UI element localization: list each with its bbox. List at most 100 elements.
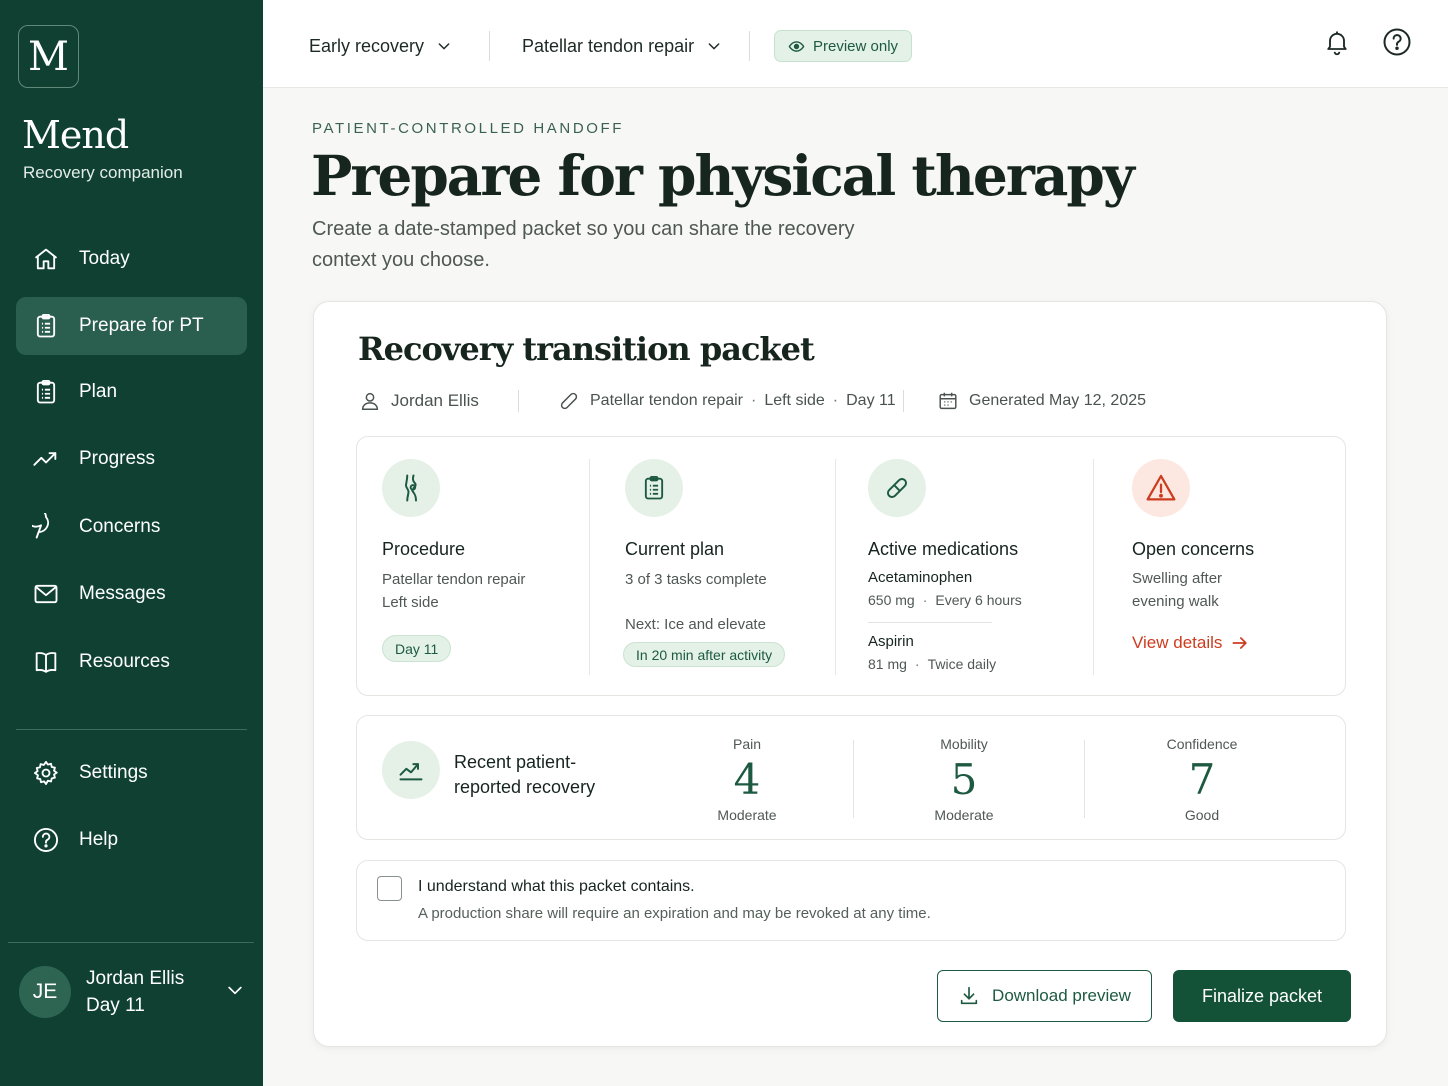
trend-icon xyxy=(32,445,60,473)
score-label: Mobility xyxy=(940,736,988,752)
concern-line: evening walk xyxy=(1132,593,1219,610)
packet-day: Day 11 xyxy=(846,392,896,409)
medications-title: Active medications xyxy=(868,539,1019,559)
preview-only-badge: Preview only xyxy=(774,30,913,62)
pill-icon xyxy=(868,459,926,517)
sidebar-item-label: Prepare for PT xyxy=(79,315,204,336)
user-menu[interactable]: JE Jordan Ellis Day 11 xyxy=(19,963,249,1021)
plan-progress: 3 of 3 tasks complete xyxy=(625,571,767,588)
sidebar-item-help[interactable]: Help xyxy=(16,811,247,869)
packet-patient: Jordan Ellis xyxy=(359,388,479,414)
sidebar-item-prepare-for-pt[interactable]: Prepare for PT xyxy=(16,297,247,355)
acknowledge-title: I understand what this packet contains. xyxy=(418,878,695,895)
sidebar-item-concerns[interactable]: Concerns xyxy=(16,498,247,556)
page-description: Create a date-stamped packet so you can … xyxy=(312,218,855,271)
sidebar-item-label: Plan xyxy=(79,381,118,402)
score-divider xyxy=(1084,740,1085,818)
packet-side: Left side xyxy=(764,392,825,409)
concerns-title: Open concerns xyxy=(1132,539,1255,559)
packet-procedure: Patellar tendon repair xyxy=(590,392,743,409)
summary-divider xyxy=(835,459,836,675)
sidebar-item-plan[interactable]: Plan xyxy=(16,363,247,421)
user-icon xyxy=(359,390,381,412)
plan-title: Current plan xyxy=(625,539,725,559)
plan-timing-badge: In 20 min after activity xyxy=(623,642,786,667)
score-description: Moderate xyxy=(717,807,777,823)
avatar: JE xyxy=(19,966,71,1018)
score-label: Pain xyxy=(732,736,762,752)
bandage-icon xyxy=(558,390,580,412)
finalize-packet-label: Finalize packet xyxy=(1201,985,1323,1006)
score-label: Confidence xyxy=(1166,736,1238,752)
acknowledge-checkbox[interactable] xyxy=(377,876,402,901)
checklist-icon xyxy=(32,378,60,406)
download-preview-label: Download preview xyxy=(992,986,1131,1005)
phase-dropdown[interactable]: Early recovery xyxy=(309,30,452,62)
packet-summary: Procedure Patellar tendon repair Left si… xyxy=(356,436,1346,696)
topbar-divider xyxy=(749,31,750,61)
score-mobility: Mobility 5 Moderate xyxy=(889,736,1039,823)
brand-name: Mend xyxy=(22,113,129,157)
user-name: Jordan Ellis xyxy=(86,967,185,989)
score-confidence: Confidence 7 Good xyxy=(1127,736,1277,823)
calendar-icon xyxy=(937,390,959,412)
chevron-down-icon xyxy=(225,980,245,1005)
finalize-packet-button[interactable]: Finalize packet xyxy=(1173,970,1351,1022)
bell-icon xyxy=(1323,28,1351,61)
procedure-dropdown[interactable]: Patellar tendon repair xyxy=(522,30,722,62)
procedure-dropdown-value: Patellar tendon repair xyxy=(522,35,695,56)
score-divider xyxy=(853,740,854,818)
packet-title: Recovery transition packet xyxy=(358,330,815,368)
clipboard-icon xyxy=(625,459,683,517)
sidebar-item-progress[interactable]: Progress xyxy=(16,430,247,488)
chevron-down-icon xyxy=(706,38,722,54)
sidebar-item-label: Help xyxy=(79,829,119,850)
sidebar-footer-divider xyxy=(8,942,254,943)
preview-only-label: Preview only xyxy=(813,37,899,55)
score-value: 7 xyxy=(1188,755,1216,804)
packet-patient-name: Jordan Ellis xyxy=(391,391,479,410)
packet-procedure-meta: Patellar tendon repair · Left side · Day… xyxy=(558,388,896,414)
view-details-link[interactable]: View details xyxy=(1132,633,1250,653)
sidebar-item-label: Messages xyxy=(79,583,166,604)
view-details-label: View details xyxy=(1132,633,1223,652)
procedure-side: Left side xyxy=(382,594,439,611)
sidebar-item-today[interactable]: Today xyxy=(16,230,247,288)
warning-icon xyxy=(1132,459,1190,517)
sidebar: M Mend Recovery companion Today Prepare … xyxy=(0,0,263,1086)
plan-next: Next: Ice and elevate xyxy=(625,616,766,633)
medication-name: Acetaminophen xyxy=(868,569,973,586)
sidebar-item-messages[interactable]: Messages xyxy=(16,565,247,623)
help-icon xyxy=(1382,27,1412,62)
procedure-day-badge: Day 11 xyxy=(382,635,452,662)
summary-divider xyxy=(589,459,590,675)
sidebar-divider xyxy=(16,729,247,730)
sidebar-item-settings[interactable]: Settings xyxy=(16,744,247,802)
page-eyebrow: PATIENT-CONTROLLED HANDOFF xyxy=(312,120,625,137)
eye-icon xyxy=(788,38,805,55)
help-button[interactable] xyxy=(1382,27,1412,62)
medication-divider xyxy=(868,622,992,623)
summary-divider xyxy=(1093,459,1094,675)
clipboard-icon xyxy=(32,312,60,340)
recovery-title: Recent patient-reported recovery xyxy=(454,752,596,797)
phase-dropdown-value: Early recovery xyxy=(309,35,425,56)
packet-generated: Generated May 12, 2025 xyxy=(969,392,1147,409)
score-description: Moderate xyxy=(934,807,994,823)
logo-letter: M xyxy=(28,33,69,80)
knee-icon xyxy=(382,459,440,517)
meta-divider xyxy=(518,390,519,412)
score-description: Good xyxy=(1184,807,1220,823)
notifications-button[interactable] xyxy=(1322,29,1352,59)
concern-line: Swelling after xyxy=(1132,570,1223,587)
sidebar-item-resources[interactable]: Resources xyxy=(16,633,247,691)
procedure-title: Procedure xyxy=(382,539,466,559)
download-preview-button[interactable]: Download preview xyxy=(937,970,1152,1022)
topbar-divider xyxy=(489,31,490,61)
acknowledgement: I understand what this packet contains. … xyxy=(356,860,1346,941)
sidebar-item-label: Today xyxy=(79,248,130,269)
logo-tile: M xyxy=(18,25,79,88)
chevron-down-icon xyxy=(436,38,452,54)
packet-card: Recovery transition packet Jordan Ellis … xyxy=(313,301,1387,1047)
packet-generated-meta: Generated May 12, 2025 xyxy=(937,388,1146,414)
